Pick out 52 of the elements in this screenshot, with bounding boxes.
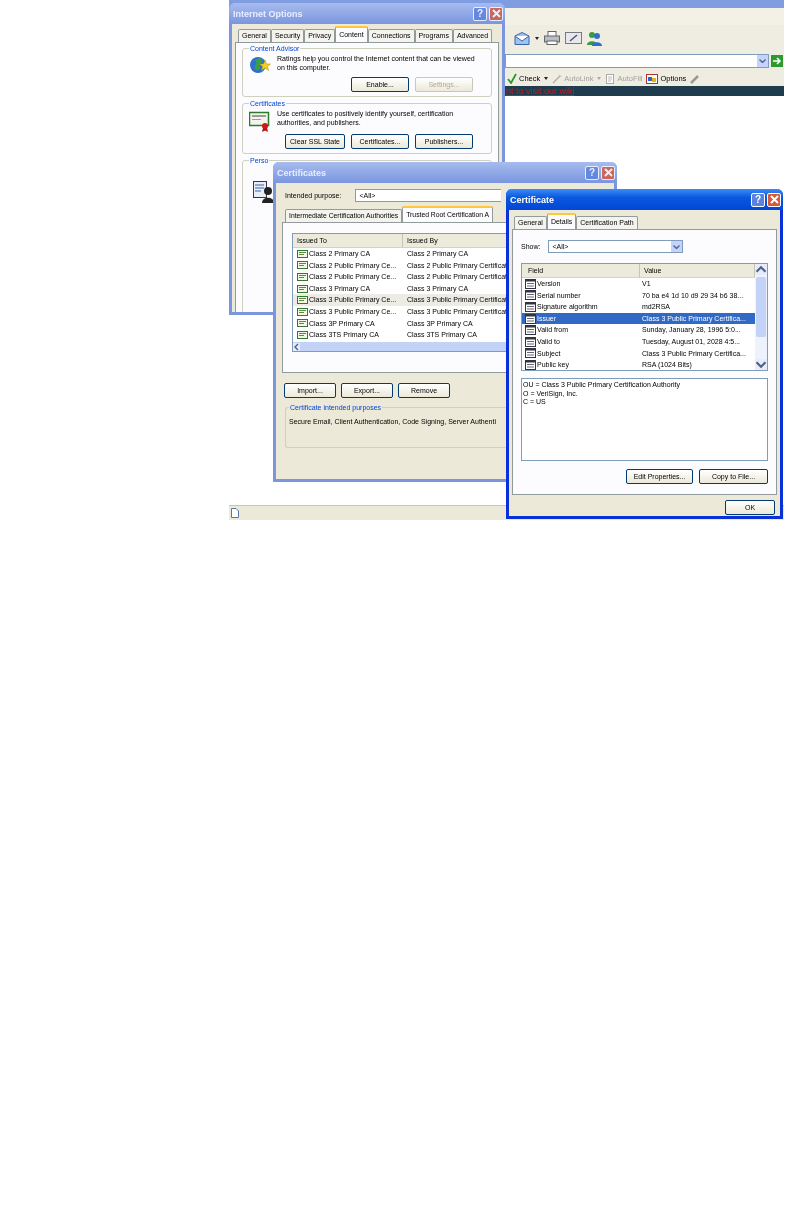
field-icon [525, 325, 536, 336]
field-icon [525, 278, 536, 289]
certificate-icon [297, 260, 308, 271]
edit-icon[interactable] [565, 32, 582, 44]
field-icon [525, 313, 536, 324]
people-icon[interactable] [587, 30, 602, 46]
globe-icon [249, 55, 271, 75]
dropdown-button[interactable] [671, 241, 683, 252]
window-title: Certificates [277, 167, 328, 178]
close-icon [603, 168, 613, 177]
wand-icon [552, 73, 563, 84]
field-icon [525, 336, 536, 347]
close-button[interactable] [767, 192, 781, 207]
caret-icon[interactable] [535, 36, 539, 40]
form-icon [605, 73, 616, 84]
scroll-up-icon [755, 264, 767, 275]
certificate-icon [249, 110, 271, 132]
close-button[interactable] [489, 6, 503, 21]
scroll-thumb[interactable] [756, 277, 766, 337]
certificate-icon [297, 248, 308, 259]
certificate-icon [297, 283, 308, 294]
certificate-icon [297, 318, 308, 329]
options-icon [646, 73, 659, 84]
close-icon [491, 9, 501, 18]
certificate-icon [297, 306, 308, 317]
field-icon [525, 302, 536, 312]
help-button[interactable]: ? [751, 192, 765, 207]
caret-icon[interactable] [544, 77, 549, 80]
printer-icon[interactable] [544, 31, 560, 45]
arrow-icon [772, 57, 782, 65]
go-button[interactable] [771, 55, 783, 67]
certificate-icon [297, 272, 308, 282]
caret-icon [759, 59, 766, 63]
scroll-bar[interactable] [755, 264, 767, 370]
field-icon [525, 348, 536, 359]
dropdown-button[interactable] [757, 55, 768, 67]
window-title: Certificate [510, 194, 555, 205]
caret-icon [673, 244, 681, 249]
address-field[interactable] [505, 54, 769, 68]
scroll-down-icon [755, 359, 767, 370]
close-button[interactable] [601, 165, 615, 180]
mail-icon[interactable] [514, 31, 530, 45]
spell-check-icon [507, 73, 517, 84]
window-title: Internet Options [233, 8, 304, 19]
page-icon [231, 508, 239, 518]
close-icon [769, 195, 779, 204]
pencil-icon[interactable] [690, 73, 701, 84]
certificate-icon [297, 329, 308, 340]
scroll-left-icon [293, 342, 300, 351]
field-icon [525, 290, 536, 301]
profile-icon [253, 181, 275, 203]
certificate-icon [297, 295, 308, 306]
